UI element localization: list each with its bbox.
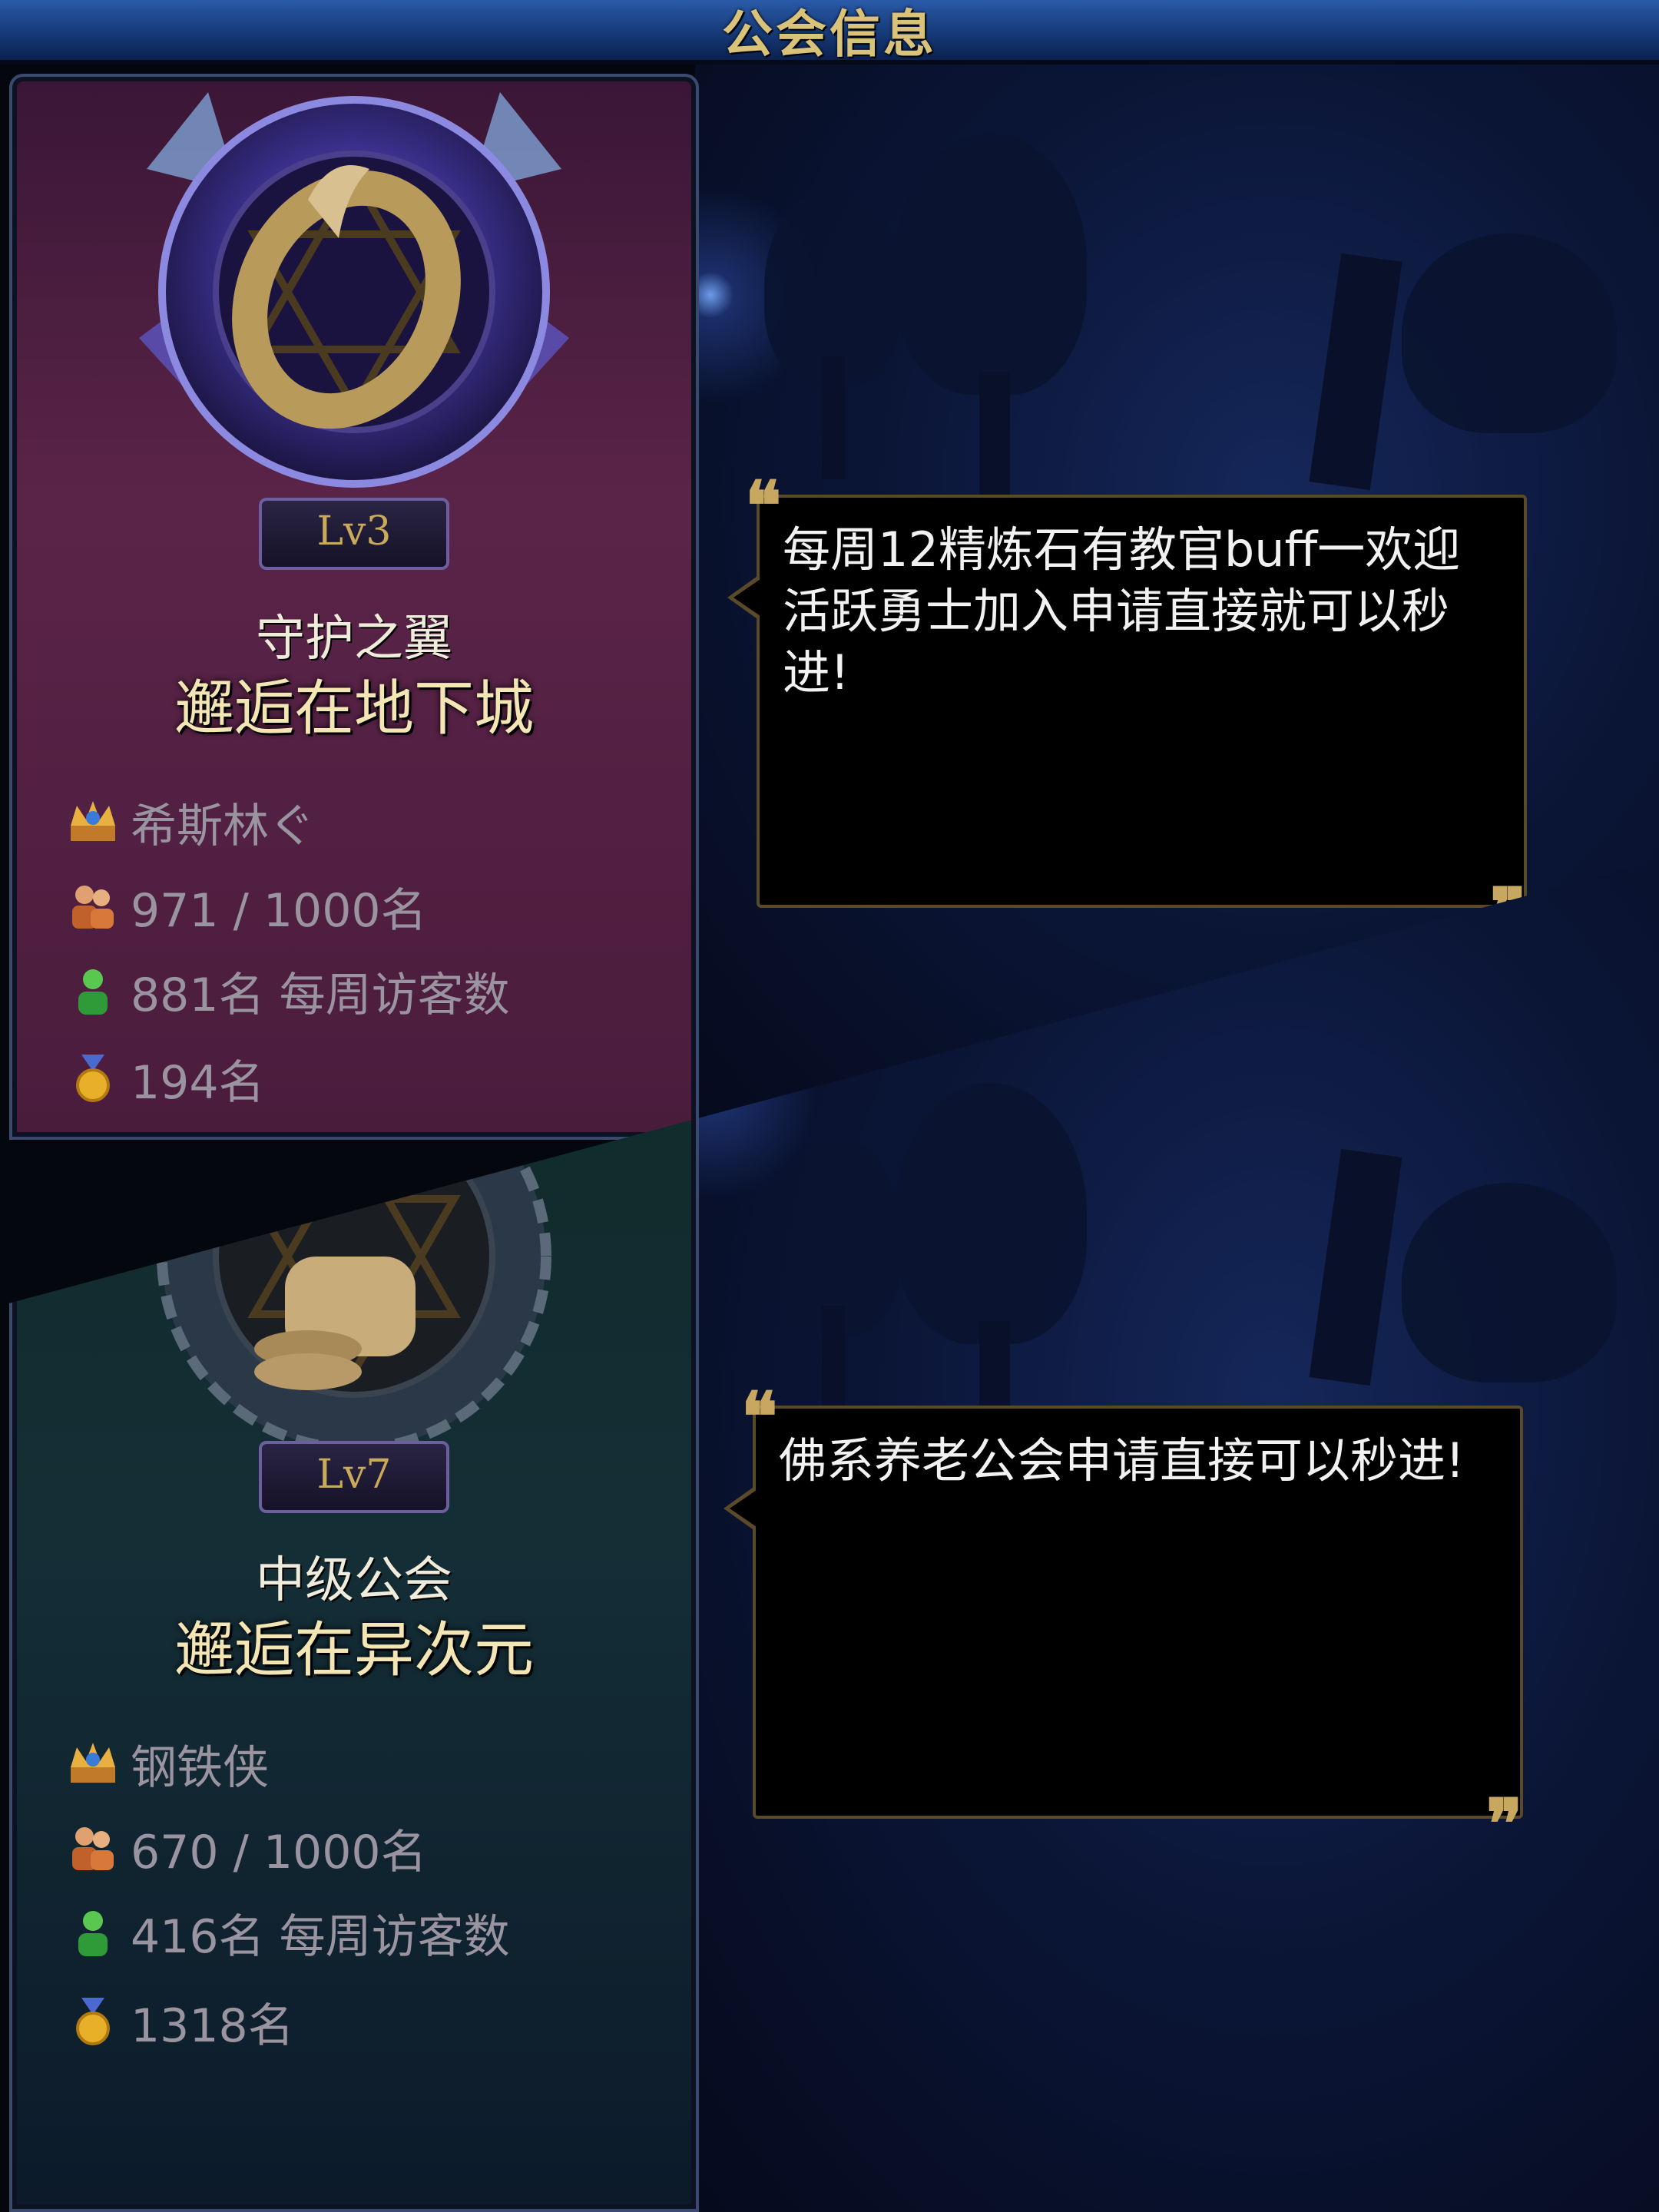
- medal-icon: [76, 1998, 110, 2045]
- guild-message: 佛系养老公会申请直接可以秒进!: [779, 1432, 1465, 1488]
- guild-level-badge: Lv3: [259, 498, 449, 570]
- guild-name: 中级公会: [256, 1552, 452, 1609]
- quote-close-icon: ❞: [1486, 1783, 1523, 1863]
- guild-member-count: 971 / 1000名: [131, 883, 427, 938]
- quote-open-icon: ❝: [745, 465, 782, 545]
- guild-weekly-visitors: 416名 每周访客数: [131, 1909, 510, 1964]
- medal-icon: [76, 1055, 110, 1102]
- crown-icon: [71, 801, 115, 841]
- guild-visitors-row: 881名 每周访客数: [66, 960, 510, 1022]
- guild-weekly-visitors: 881名 每周访客数: [131, 968, 510, 1022]
- quote-open-icon: ❝: [741, 1376, 778, 1456]
- guild-emblem-ring-icon: [139, 92, 569, 488]
- guild-message-bubble: 每周12精炼石有教官buff一欢迎活跃勇士加入申请直接就可以秒进!: [727, 495, 1527, 908]
- guild-rank: 194名: [131, 1055, 265, 1110]
- guild-side-panel: Lv3 守护之翼 邂逅在地下城 希斯林ぐ 971 / 1000名 881名 每周…: [9, 74, 699, 1140]
- guild-master-name: 希斯林ぐ: [131, 799, 315, 853]
- guild-server: 邂逅在异次元: [174, 1616, 534, 1685]
- guild-master-name: 钢铁侠: [131, 1740, 269, 1795]
- guild-level-badge: Lv7: [259, 1441, 449, 1513]
- guild-rank-row: 194名: [66, 1048, 265, 1110]
- crown-icon: [71, 1743, 115, 1783]
- guild-message: 每周12精炼石有教官buff一欢迎活跃勇士加入申请直接就可以秒进!: [783, 522, 1461, 700]
- visitor-icon: [78, 1911, 108, 1956]
- guild-member-count: 670 / 1000名: [131, 1825, 427, 1879]
- guild-name: 守护之翼: [256, 611, 452, 667]
- members-icon: [72, 1827, 114, 1870]
- guild-rank: 1318名: [131, 1998, 294, 2053]
- guild-master-row: 希斯林ぐ: [66, 791, 315, 853]
- guild-server: 邂逅在地下城: [174, 674, 534, 743]
- guild-visitors-row: 416名 每周访客数: [66, 1902, 510, 1964]
- guild-message-bubble: 佛系养老公会申请直接可以秒进!: [724, 1406, 1523, 1819]
- guild-master-row: 钢铁侠: [66, 1733, 269, 1795]
- visitor-icon: [78, 969, 108, 1015]
- window-title: 公会信息: [722, 5, 937, 64]
- members-icon: [72, 886, 114, 929]
- guild-members-row: 971 / 1000名: [66, 876, 427, 938]
- guild-members-row: 670 / 1000名: [66, 1817, 427, 1879]
- guild-rank-row: 1318名: [66, 1991, 294, 2053]
- window-header: 公会信息: [0, 0, 1659, 65]
